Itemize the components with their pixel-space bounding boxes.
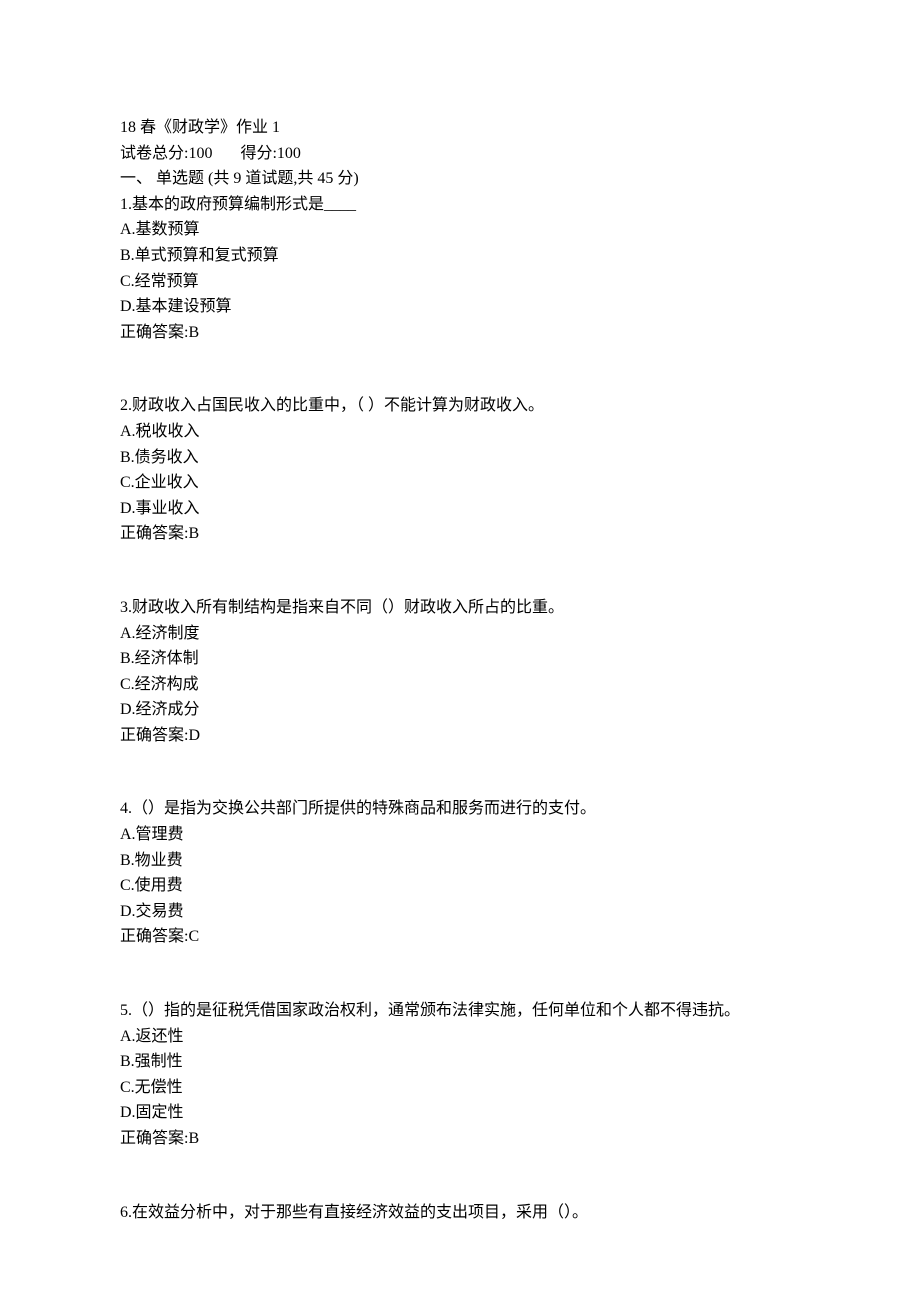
score-value: 100 (277, 145, 301, 162)
option-a: A.税收收入 (120, 419, 800, 445)
document-page: 18 春《财政学》作业 1 试卷总分:100 得分:100 一、 单选题 (共 … (0, 0, 920, 1302)
option-d: D.经济成分 (120, 697, 800, 723)
correct-answer: 正确答案:B (120, 320, 800, 346)
question-text: 2.财政收入占国民收入的比重中，（ ）不能计算为财政收入。 (120, 393, 800, 419)
question-5: 5.（）指的是征税凭借国家政治权利，通常颁布法律实施，任何单位和个人都不得违抗。… (120, 998, 800, 1152)
option-b: B.物业费 (120, 848, 800, 874)
option-d: D.固定性 (120, 1100, 800, 1126)
option-b: B.单式预算和复式预算 (120, 243, 800, 269)
question-text: 5.（）指的是征税凭借国家政治权利，通常颁布法律实施，任何单位和个人都不得违抗。 (120, 998, 800, 1024)
total-value: 100 (188, 145, 212, 162)
option-d: D.基本建设预算 (120, 294, 800, 320)
option-a: A.基数预算 (120, 217, 800, 243)
option-b: B.强制性 (120, 1049, 800, 1075)
question-text: 6.在效益分析中，对于那些有直接经济效益的支出项目，采用（）。 (120, 1200, 800, 1226)
option-c: C.使用费 (120, 873, 800, 899)
option-b: B.经济体制 (120, 646, 800, 672)
option-a: A.管理费 (120, 822, 800, 848)
option-a: A.返还性 (120, 1024, 800, 1050)
option-d: D.交易费 (120, 899, 800, 925)
correct-answer: 正确答案:C (120, 924, 800, 950)
question-4: 4.（）是指为交换公共部门所提供的特殊商品和服务而进行的支付。 A.管理费 B.… (120, 796, 800, 950)
question-text: 1.基本的政府预算编制形式是____ (120, 192, 800, 218)
question-text: 3.财政收入所有制结构是指来自不同（）财政收入所占的比重。 (120, 595, 800, 621)
option-a: A.经济制度 (120, 621, 800, 647)
assignment-title: 18 春《财政学》作业 1 (120, 115, 800, 141)
question-2: 2.财政收入占国民收入的比重中，（ ）不能计算为财政收入。 A.税收收入 B.债… (120, 393, 800, 547)
option-c: C.企业收入 (120, 470, 800, 496)
option-b: B.债务收入 (120, 445, 800, 471)
correct-answer: 正确答案:B (120, 521, 800, 547)
question-text: 4.（）是指为交换公共部门所提供的特殊商品和服务而进行的支付。 (120, 796, 800, 822)
question-6: 6.在效益分析中，对于那些有直接经济效益的支出项目，采用（）。 (120, 1200, 800, 1226)
option-c: C.经济构成 (120, 672, 800, 698)
option-c: C.经常预算 (120, 269, 800, 295)
section-header: 一、 单选题 (共 9 道试题,共 45 分) (120, 166, 800, 192)
option-c: C.无偿性 (120, 1075, 800, 1101)
option-d: D.事业收入 (120, 496, 800, 522)
question-3: 3.财政收入所有制结构是指来自不同（）财政收入所占的比重。 A.经济制度 B.经… (120, 595, 800, 749)
score-label: 得分: (240, 145, 276, 162)
question-1: 1.基本的政府预算编制形式是____ A.基数预算 B.单式预算和复式预算 C.… (120, 192, 800, 346)
score-line: 试卷总分:100 得分:100 (120, 141, 800, 167)
correct-answer: 正确答案:D (120, 723, 800, 749)
correct-answer: 正确答案:B (120, 1126, 800, 1152)
total-label: 试卷总分: (120, 145, 188, 162)
